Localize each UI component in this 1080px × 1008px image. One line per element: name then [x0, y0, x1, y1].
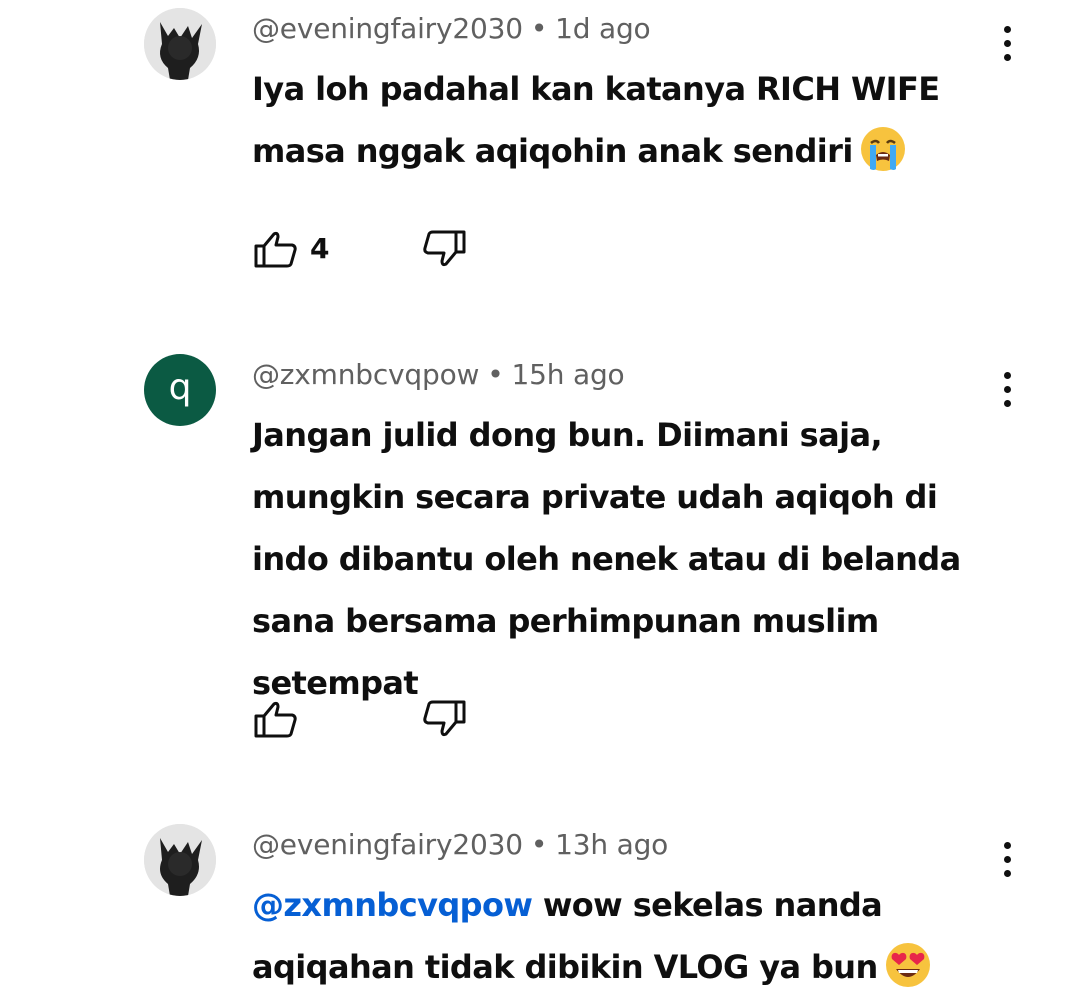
thumbs-up-icon[interactable]	[252, 696, 300, 744]
author-handle[interactable]: @eveningfairy2030	[252, 12, 523, 45]
comment-meta: @eveningfairy2030 • 13h ago	[252, 828, 668, 861]
comment-text: Iya loh padahal kan katanya RICH WIFE ma…	[252, 58, 992, 182]
thumbs-down-icon[interactable]	[420, 694, 468, 742]
dark-silhouette-avatar-icon	[144, 8, 216, 80]
comment-text: Jangan julid dong bun. Diimani saja, mun…	[252, 404, 992, 714]
thumbs-up-icon[interactable]	[252, 226, 300, 274]
comment-time: 15h ago	[511, 358, 625, 391]
comment-time: 1d ago	[555, 12, 651, 45]
author-handle[interactable]: @eveningfairy2030	[252, 828, 523, 861]
comment-meta: @eveningfairy2030 • 1d ago	[252, 12, 651, 45]
comment-text-content: Jangan julid dong bun. Diimani saja, mun…	[252, 416, 961, 702]
separator-dot: •	[530, 828, 548, 861]
comment-time: 13h ago	[555, 828, 669, 861]
more-vertical-icon[interactable]	[996, 22, 1020, 66]
loudly-crying-face-emoji-icon	[860, 127, 905, 171]
dark-silhouette-avatar-icon	[144, 824, 216, 896]
avatar-letter: q	[168, 367, 192, 408]
thumbs-down-icon[interactable]	[420, 224, 468, 272]
avatar[interactable]	[144, 824, 216, 896]
avatar[interactable]: q	[144, 354, 216, 426]
comment-text-content: Iya loh padahal kan katanya RICH WIFE ma…	[252, 70, 940, 170]
mention-link[interactable]: @zxmnbcvqpow	[252, 886, 533, 924]
like-count: 4	[310, 232, 330, 265]
comment-text: @zxmnbcvqpow wow sekelas nanda aqiqahan …	[252, 874, 992, 998]
separator-dot: •	[530, 12, 548, 45]
comment-meta: @zxmnbcvqpow • 15h ago	[252, 358, 625, 391]
avatar[interactable]	[144, 8, 216, 80]
more-vertical-icon[interactable]	[996, 368, 1020, 412]
author-handle[interactable]: @zxmnbcvqpow	[252, 358, 479, 391]
separator-dot: •	[487, 358, 504, 391]
more-vertical-icon[interactable]	[996, 838, 1020, 882]
heart-eyes-face-emoji-icon	[885, 943, 930, 987]
